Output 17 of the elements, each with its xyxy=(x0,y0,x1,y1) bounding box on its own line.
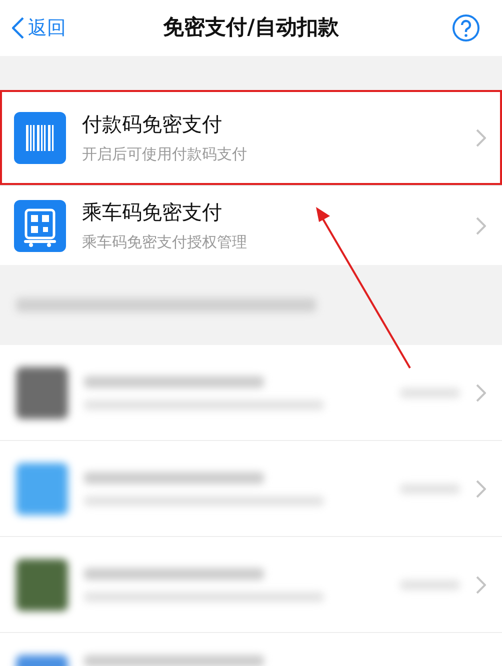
list-item[interactable]: 付款码免密支付 开启后可使用付款码支付 xyxy=(0,90,502,185)
list-item[interactable]: 乘车码免密支付 乘车码免密支付授权管理 xyxy=(0,185,502,265)
chevron-right-icon xyxy=(476,576,486,594)
item-subtitle: 乘车码免密支付授权管理 xyxy=(82,232,248,254)
chevron-right-icon xyxy=(476,128,486,146)
item-title: 付款码免密支付 xyxy=(82,111,223,138)
help-icon[interactable] xyxy=(452,14,480,42)
item-subtitle: 开启后可使用付款码支付 xyxy=(82,144,248,166)
chevron-right-icon xyxy=(476,384,486,402)
barcode-icon xyxy=(14,112,66,164)
page-title: 免密支付/自动扣款 xyxy=(163,14,339,42)
item-title: 乘车码免密支付 xyxy=(82,199,223,226)
bus-qr-icon xyxy=(14,200,66,252)
chevron-right-icon xyxy=(476,480,486,498)
chevron-left-icon xyxy=(12,17,24,39)
back-button[interactable]: 返回 xyxy=(12,14,66,42)
chevron-right-icon xyxy=(476,216,486,234)
